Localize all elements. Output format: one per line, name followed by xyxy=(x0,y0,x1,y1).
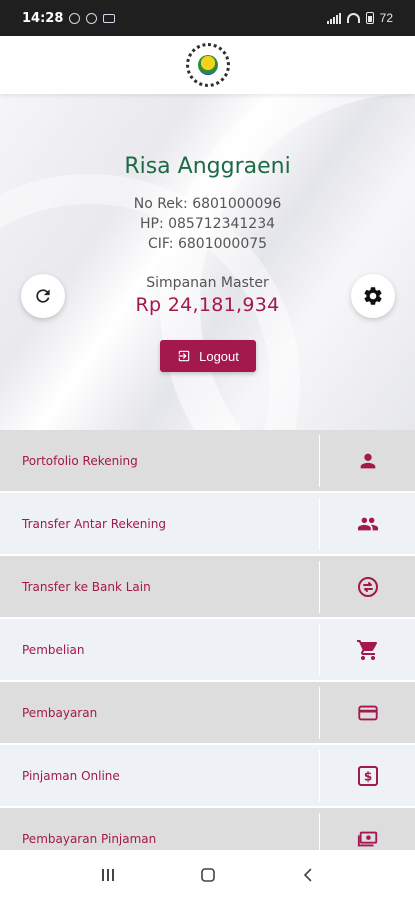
person-icon xyxy=(320,430,415,492)
recent-apps-button[interactable] xyxy=(93,860,123,890)
status-bar: 14:28 72 xyxy=(0,0,415,36)
menu-item-pembayaran[interactable]: Pembayaran xyxy=(0,682,415,744)
back-icon xyxy=(303,868,311,882)
status-left: 14:28 xyxy=(22,10,116,26)
money-icon xyxy=(320,808,415,851)
menu-item-label: Portofolio Rekening xyxy=(22,453,138,468)
screen-icon xyxy=(103,13,116,23)
cooperative-logo xyxy=(185,43,230,87)
status-right: 72 xyxy=(326,11,393,25)
recent-apps-icon xyxy=(101,869,114,881)
user-name: Risa Anggraeni xyxy=(124,154,291,179)
profile-content: Risa Anggraeni No Rek: 6801000096 HP: 08… xyxy=(0,94,415,430)
menu-item-transfer-bank-lain[interactable]: Transfer ke Bank Lain xyxy=(0,556,415,618)
menu-item-label: Pembelian xyxy=(22,642,85,657)
refresh-button[interactable] xyxy=(21,274,65,318)
profile-card: Risa Anggraeni No Rek: 6801000096 HP: 08… xyxy=(0,94,415,430)
settings-button[interactable] xyxy=(351,274,395,318)
menu-list: Portofolio Rekening Transfer Antar Reken… xyxy=(0,430,415,850)
menu-item-transfer-antar-rekening[interactable]: Transfer Antar Rekening xyxy=(0,493,415,555)
menu-item-portofolio[interactable]: Portofolio Rekening xyxy=(0,430,415,492)
menu-item-pembelian[interactable]: Pembelian xyxy=(0,619,415,681)
logout-icon xyxy=(178,350,190,362)
menu-item-pinjaman-online[interactable]: Pinjaman Online $ xyxy=(0,745,415,807)
menu-item-label: Pembayaran Pinjaman xyxy=(22,831,157,846)
app-header xyxy=(0,36,415,94)
home-icon xyxy=(200,868,215,882)
battery-icon xyxy=(365,12,374,24)
phone-number: HP: 085712341234 xyxy=(139,216,276,232)
system-nav-bar xyxy=(0,850,415,900)
svg-text:$: $ xyxy=(363,769,371,783)
exchange-icon xyxy=(320,556,415,618)
dollar-bill-icon: $ xyxy=(320,745,415,807)
notification-icon xyxy=(69,12,81,24)
menu-item-label: Transfer ke Bank Lain xyxy=(22,579,151,594)
cart-icon xyxy=(320,619,415,681)
notification-icon-2 xyxy=(86,12,98,24)
signal-icon xyxy=(326,12,341,24)
wifi-icon xyxy=(346,13,360,23)
status-time: 14:28 xyxy=(22,10,64,26)
menu-item-pembayaran-pinjaman[interactable]: Pembayaran Pinjaman xyxy=(0,808,415,850)
cif-number: CIF: 6801000075 xyxy=(147,236,268,252)
battery-level: 72 xyxy=(379,11,393,25)
gear-icon xyxy=(364,287,382,305)
refresh-icon xyxy=(36,289,50,303)
credit-card-icon xyxy=(320,682,415,744)
menu-item-label: Pembayaran xyxy=(22,705,98,720)
people-icon xyxy=(320,493,415,555)
home-button[interactable] xyxy=(193,860,223,890)
account-number: No Rek: 6801000096 xyxy=(133,196,282,212)
logo-emblem xyxy=(197,55,218,75)
back-button[interactable] xyxy=(293,860,323,890)
logout-button[interactable]: Logout xyxy=(160,340,256,372)
logout-label: Logout xyxy=(199,348,239,364)
menu-item-label: Transfer Antar Rekening xyxy=(22,516,166,531)
menu-item-label: Pinjaman Online xyxy=(22,768,120,783)
